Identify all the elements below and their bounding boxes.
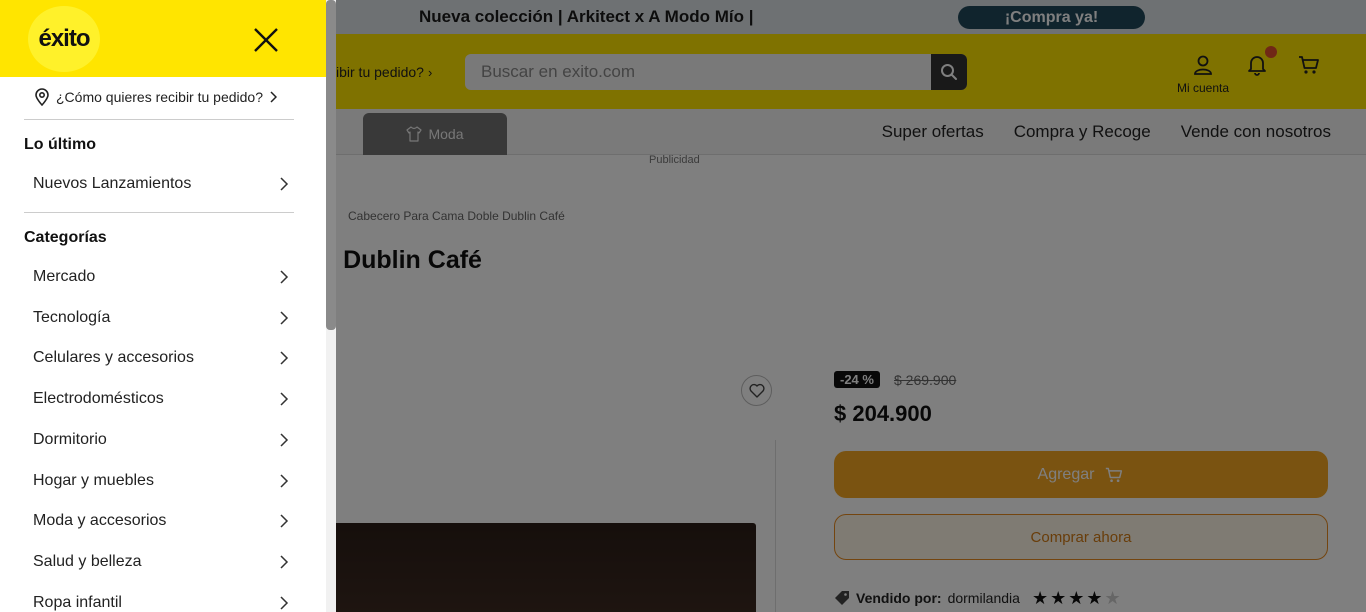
- menu-item-label: Electrodomésticos: [33, 390, 164, 407]
- menu-item-label: Ropa infantil: [33, 594, 122, 611]
- menu-item-dormitorio[interactable]: Dormitorio: [33, 426, 291, 454]
- menu-item-salud-belleza[interactable]: Salud y belleza: [33, 548, 291, 576]
- chevron-right-icon: [280, 474, 289, 488]
- menu-item-celulares[interactable]: Celulares y accesorios: [33, 344, 291, 372]
- side-menu-drawer: éxito ¿Cómo quieres recibir tu pedido? L…: [0, 0, 336, 612]
- chevron-right-icon: [270, 91, 277, 103]
- menu-item-label: Salud y belleza: [33, 553, 142, 570]
- drawer-delivery-label: ¿Cómo quieres recibir tu pedido?: [56, 89, 263, 105]
- close-icon: [254, 28, 278, 52]
- menu-item-label: Dormitorio: [33, 431, 107, 448]
- drawer-delivery-selector[interactable]: ¿Cómo quieres recibir tu pedido?: [34, 88, 277, 106]
- close-menu-button[interactable]: [250, 24, 282, 56]
- section-title-categories: Categorías: [24, 229, 107, 246]
- menu-item-label: Celulares y accesorios: [33, 349, 194, 366]
- menu-item-mercado[interactable]: Mercado: [33, 263, 291, 291]
- exito-logo[interactable]: éxito: [28, 6, 100, 72]
- chevron-right-icon: [280, 596, 289, 610]
- divider: [24, 119, 294, 120]
- menu-item-label: Moda y accesorios: [33, 512, 167, 529]
- chevron-right-icon: [280, 177, 289, 191]
- chevron-right-icon: [280, 392, 289, 406]
- location-pin-icon: [35, 88, 49, 106]
- menu-item-tecnologia[interactable]: Tecnología: [33, 304, 291, 332]
- scrollbar-thumb[interactable]: [326, 0, 336, 330]
- drawer-header: éxito: [0, 0, 326, 77]
- chevron-right-icon: [280, 270, 289, 284]
- chevron-right-icon: [280, 555, 289, 569]
- section-title-latest: Lo último: [24, 136, 96, 153]
- logo-text: éxito: [38, 25, 90, 52]
- divider: [24, 212, 294, 213]
- menu-item-ropa-infantil[interactable]: Ropa infantil: [33, 589, 291, 612]
- menu-item-nuevos-lanzamientos[interactable]: Nuevos Lanzamientos: [33, 170, 291, 198]
- chevron-right-icon: [280, 351, 289, 365]
- chevron-right-icon: [280, 311, 289, 325]
- menu-item-moda-accesorios[interactable]: Moda y accesorios: [33, 507, 291, 535]
- chevron-right-icon: [280, 433, 289, 447]
- chevron-right-icon: [280, 514, 289, 528]
- menu-item-hogar-muebles[interactable]: Hogar y muebles: [33, 467, 291, 495]
- menu-item-label: Tecnología: [33, 309, 111, 326]
- menu-item-label: Nuevos Lanzamientos: [33, 175, 192, 192]
- menu-item-label: Hogar y muebles: [33, 472, 154, 489]
- menu-item-electrodomesticos[interactable]: Electrodomésticos: [33, 385, 291, 413]
- menu-item-label: Mercado: [33, 268, 96, 285]
